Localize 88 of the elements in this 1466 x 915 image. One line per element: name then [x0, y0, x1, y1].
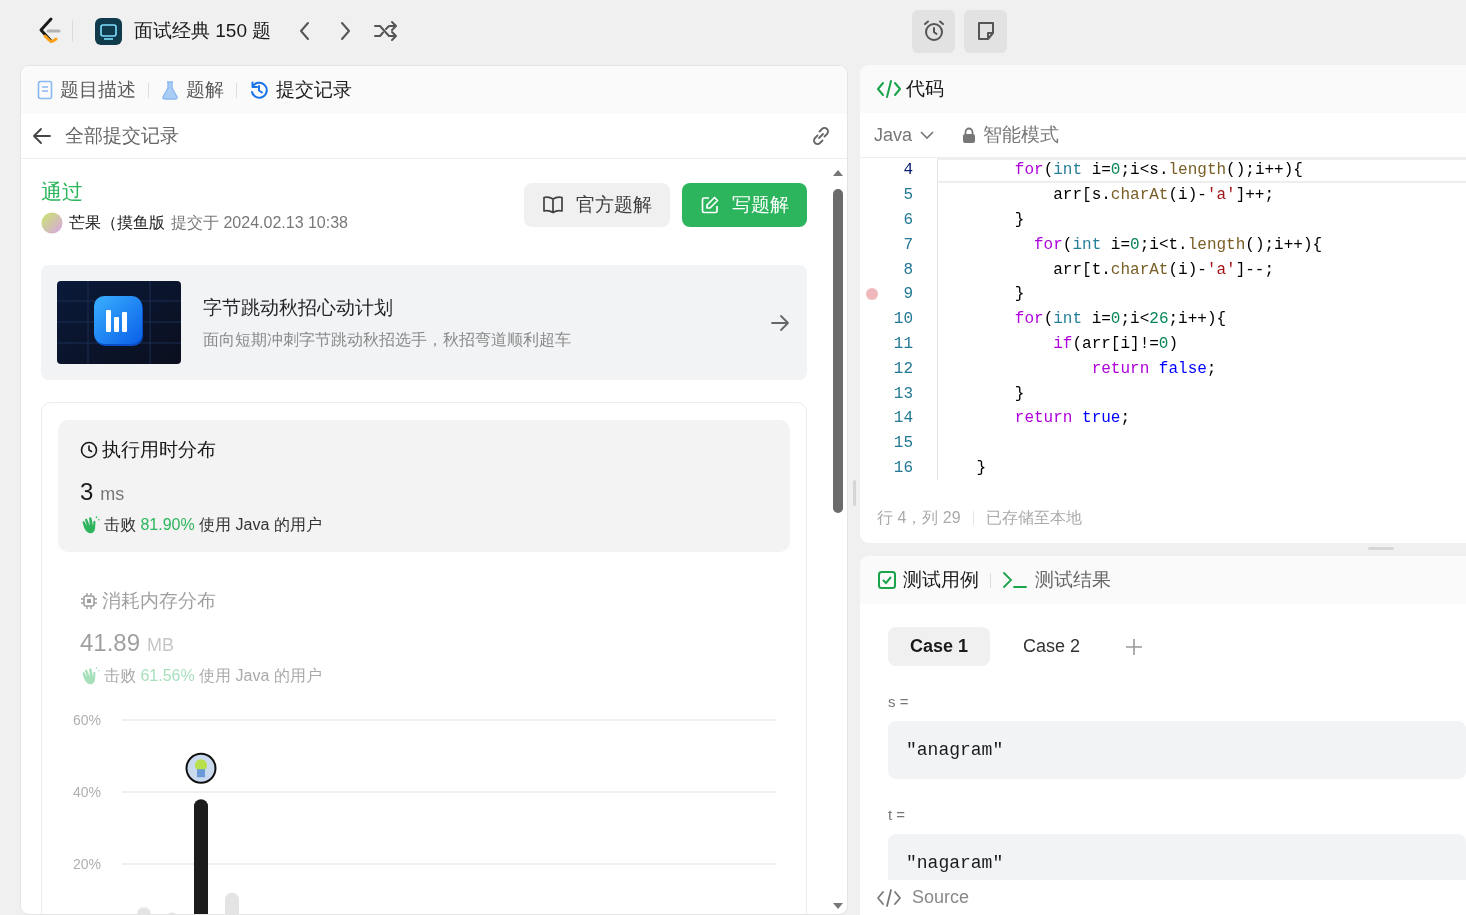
line-number: 5 — [902, 186, 913, 205]
code-line: } — [975, 458, 986, 477]
code-line: for(int i=0;i<t.length();i++){ — [1033, 235, 1323, 254]
chip-icon — [80, 592, 98, 610]
case-tab[interactable]: Case 2 — [1001, 627, 1103, 666]
axis-tick-label: 60% — [72, 712, 101, 728]
axis-tick-label: 40% — [72, 784, 101, 800]
scroll-up-icon[interactable] — [832, 169, 844, 177]
note-button[interactable] — [964, 9, 1007, 53]
param-label: t = — [888, 804, 907, 824]
study-plan-title[interactable]: 面试经典 150 题 — [134, 18, 272, 44]
line-number: 7 — [902, 235, 913, 254]
app-icon — [95, 17, 122, 45]
back-link[interactable]: 全部提交记录 — [65, 123, 179, 149]
terminal-icon — [1002, 571, 1028, 589]
promo-title: 字节跳动秋招心动计划 — [203, 295, 394, 320]
official-solution-button[interactable]: 官方题解 — [524, 183, 670, 227]
stat-title: 消耗内存分布 — [102, 589, 216, 613]
chevron-down-icon — [920, 130, 935, 140]
code-line: for(int i=0;i<s.length();i++){ — [1013, 161, 1303, 180]
language-dropdown[interactable]: Java — [874, 124, 935, 146]
flask-icon — [161, 80, 179, 100]
tab[interactable]: 题解 — [161, 77, 224, 103]
save-status: 已存储至本地 — [985, 507, 1082, 528]
line-number: 8 — [902, 260, 913, 279]
code-line: arr[t.charAt(i)-'a']--; — [1052, 260, 1275, 279]
mode-label: 智能模式 — [983, 123, 1060, 147]
pencil-icon — [700, 195, 720, 215]
line-number: 12 — [892, 359, 913, 378]
document-icon — [37, 80, 53, 100]
lock-icon — [962, 126, 977, 144]
clapping-hands-icon — [80, 515, 100, 535]
line-number: 15 — [892, 434, 913, 453]
input-field[interactable]: "nagaram" — [888, 834, 1466, 880]
line-number: 9 — [902, 285, 913, 304]
line-number: 11 — [892, 334, 913, 353]
scroll-down-icon[interactable] — [832, 902, 844, 910]
line-number: 16 — [892, 458, 913, 477]
shuffle-icon[interactable] — [373, 19, 400, 43]
checkbox-icon — [878, 571, 896, 589]
axis-tick-label: 20% — [72, 856, 101, 872]
timer-button[interactable] — [912, 9, 955, 53]
code-line: if(arr[i]!=0) — [1052, 334, 1179, 353]
param-label: s = — [888, 691, 910, 711]
submit-time: 提交于 2024.02.13 10:38 — [171, 212, 348, 233]
promo-subtitle: 面向短期冲刺字节跳动秋招选手，秋招弯道顺利超车 — [203, 329, 571, 350]
line-number: 14 — [892, 409, 913, 428]
beats-text: 击败 61.56% 使用 Java 的用户 — [104, 665, 322, 686]
line-number: 13 — [892, 384, 913, 403]
avatar-icon — [41, 212, 63, 234]
input-field[interactable]: "anagram" — [888, 721, 1466, 779]
code-icon — [876, 78, 902, 100]
breakpoint-dot[interactable] — [866, 288, 878, 301]
panel-title: 代码 — [906, 77, 944, 101]
line-number: 6 — [902, 211, 913, 229]
beats-text: 击败 81.90% 使用 Java 的用户 — [104, 514, 322, 535]
alarm-clock-icon — [921, 19, 946, 43]
tab[interactable]: 提交记录 — [249, 77, 352, 103]
back-arrow-icon[interactable] — [31, 125, 53, 147]
clapping-hands-icon — [80, 666, 100, 686]
code-line: return true; — [1013, 409, 1131, 428]
scrollbar-thumb[interactable] — [833, 189, 843, 513]
code-line: arr[s.charAt(i)-'a']++; — [1052, 186, 1275, 205]
stat-value: 3 ms — [80, 478, 126, 507]
clock-icon — [80, 441, 98, 459]
history-icon — [249, 80, 269, 100]
code-line: for(int i=0;i<26;i++){ — [1013, 310, 1227, 329]
stat-panel[interactable]: 执行用时分布 3 ms 击败 81.90% 使用 Java 的用户 — [58, 420, 790, 552]
code-line: } — [1013, 285, 1025, 304]
line-number: 10 — [892, 310, 913, 329]
source-link[interactable]: Source — [912, 887, 970, 908]
promo-card[interactable]: 字节跳动秋招心动计划 面向短期冲刺字节跳动秋招选手，秋招弯道顺利超车 — [41, 265, 807, 380]
code-line: return false; — [1090, 359, 1217, 378]
tab[interactable]: 测试结果 — [1002, 567, 1111, 593]
stat-value: 41.89 MB — [80, 629, 176, 658]
code-line: } — [1013, 211, 1025, 229]
book-icon — [542, 195, 564, 215]
tab[interactable]: 测试用例 — [878, 567, 979, 593]
cursor-position: 行 4，列 29 — [877, 507, 961, 528]
user-avatar-icon — [185, 752, 217, 784]
code-icon — [876, 886, 902, 909]
tab[interactable]: 题目描述 — [37, 77, 136, 103]
line-number: 4 — [902, 161, 913, 180]
code-line: } — [1013, 384, 1025, 403]
status-text: 通过 — [41, 179, 84, 205]
stat-title: 执行用时分布 — [102, 438, 216, 462]
user-name[interactable]: 芒果（摸鱼版 — [69, 212, 165, 234]
case-tab[interactable]: Case 1 — [888, 627, 991, 666]
